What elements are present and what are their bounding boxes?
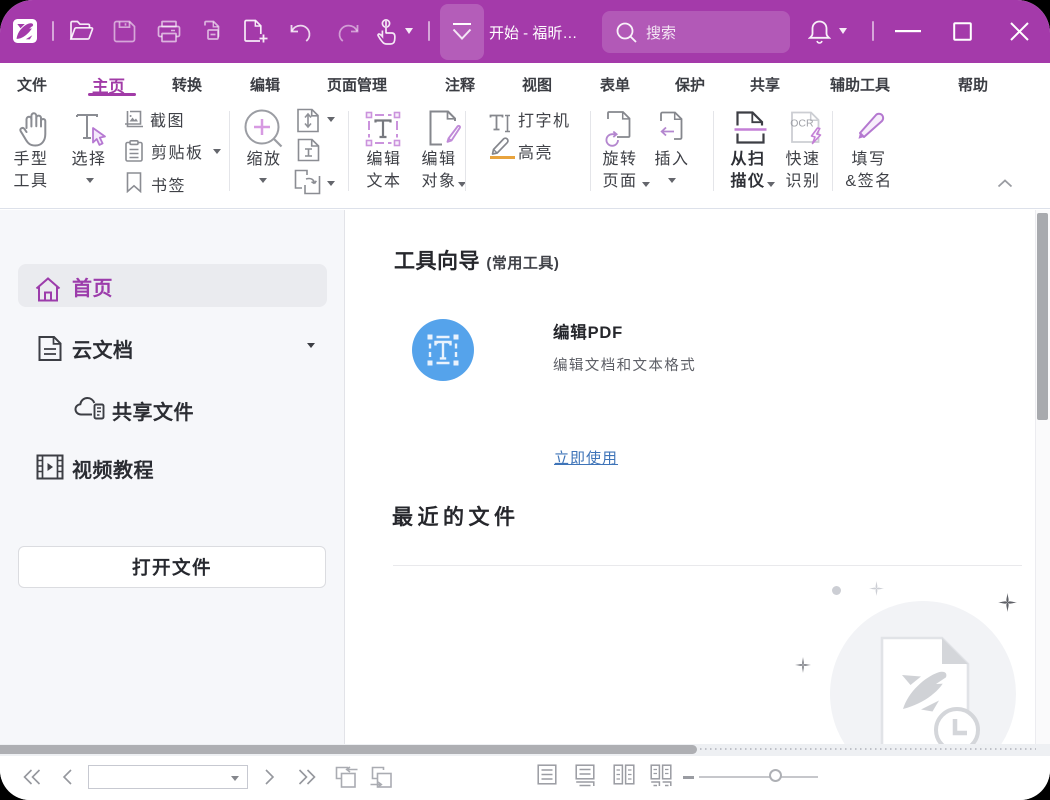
svg-text:OCR: OCR — [790, 118, 814, 130]
